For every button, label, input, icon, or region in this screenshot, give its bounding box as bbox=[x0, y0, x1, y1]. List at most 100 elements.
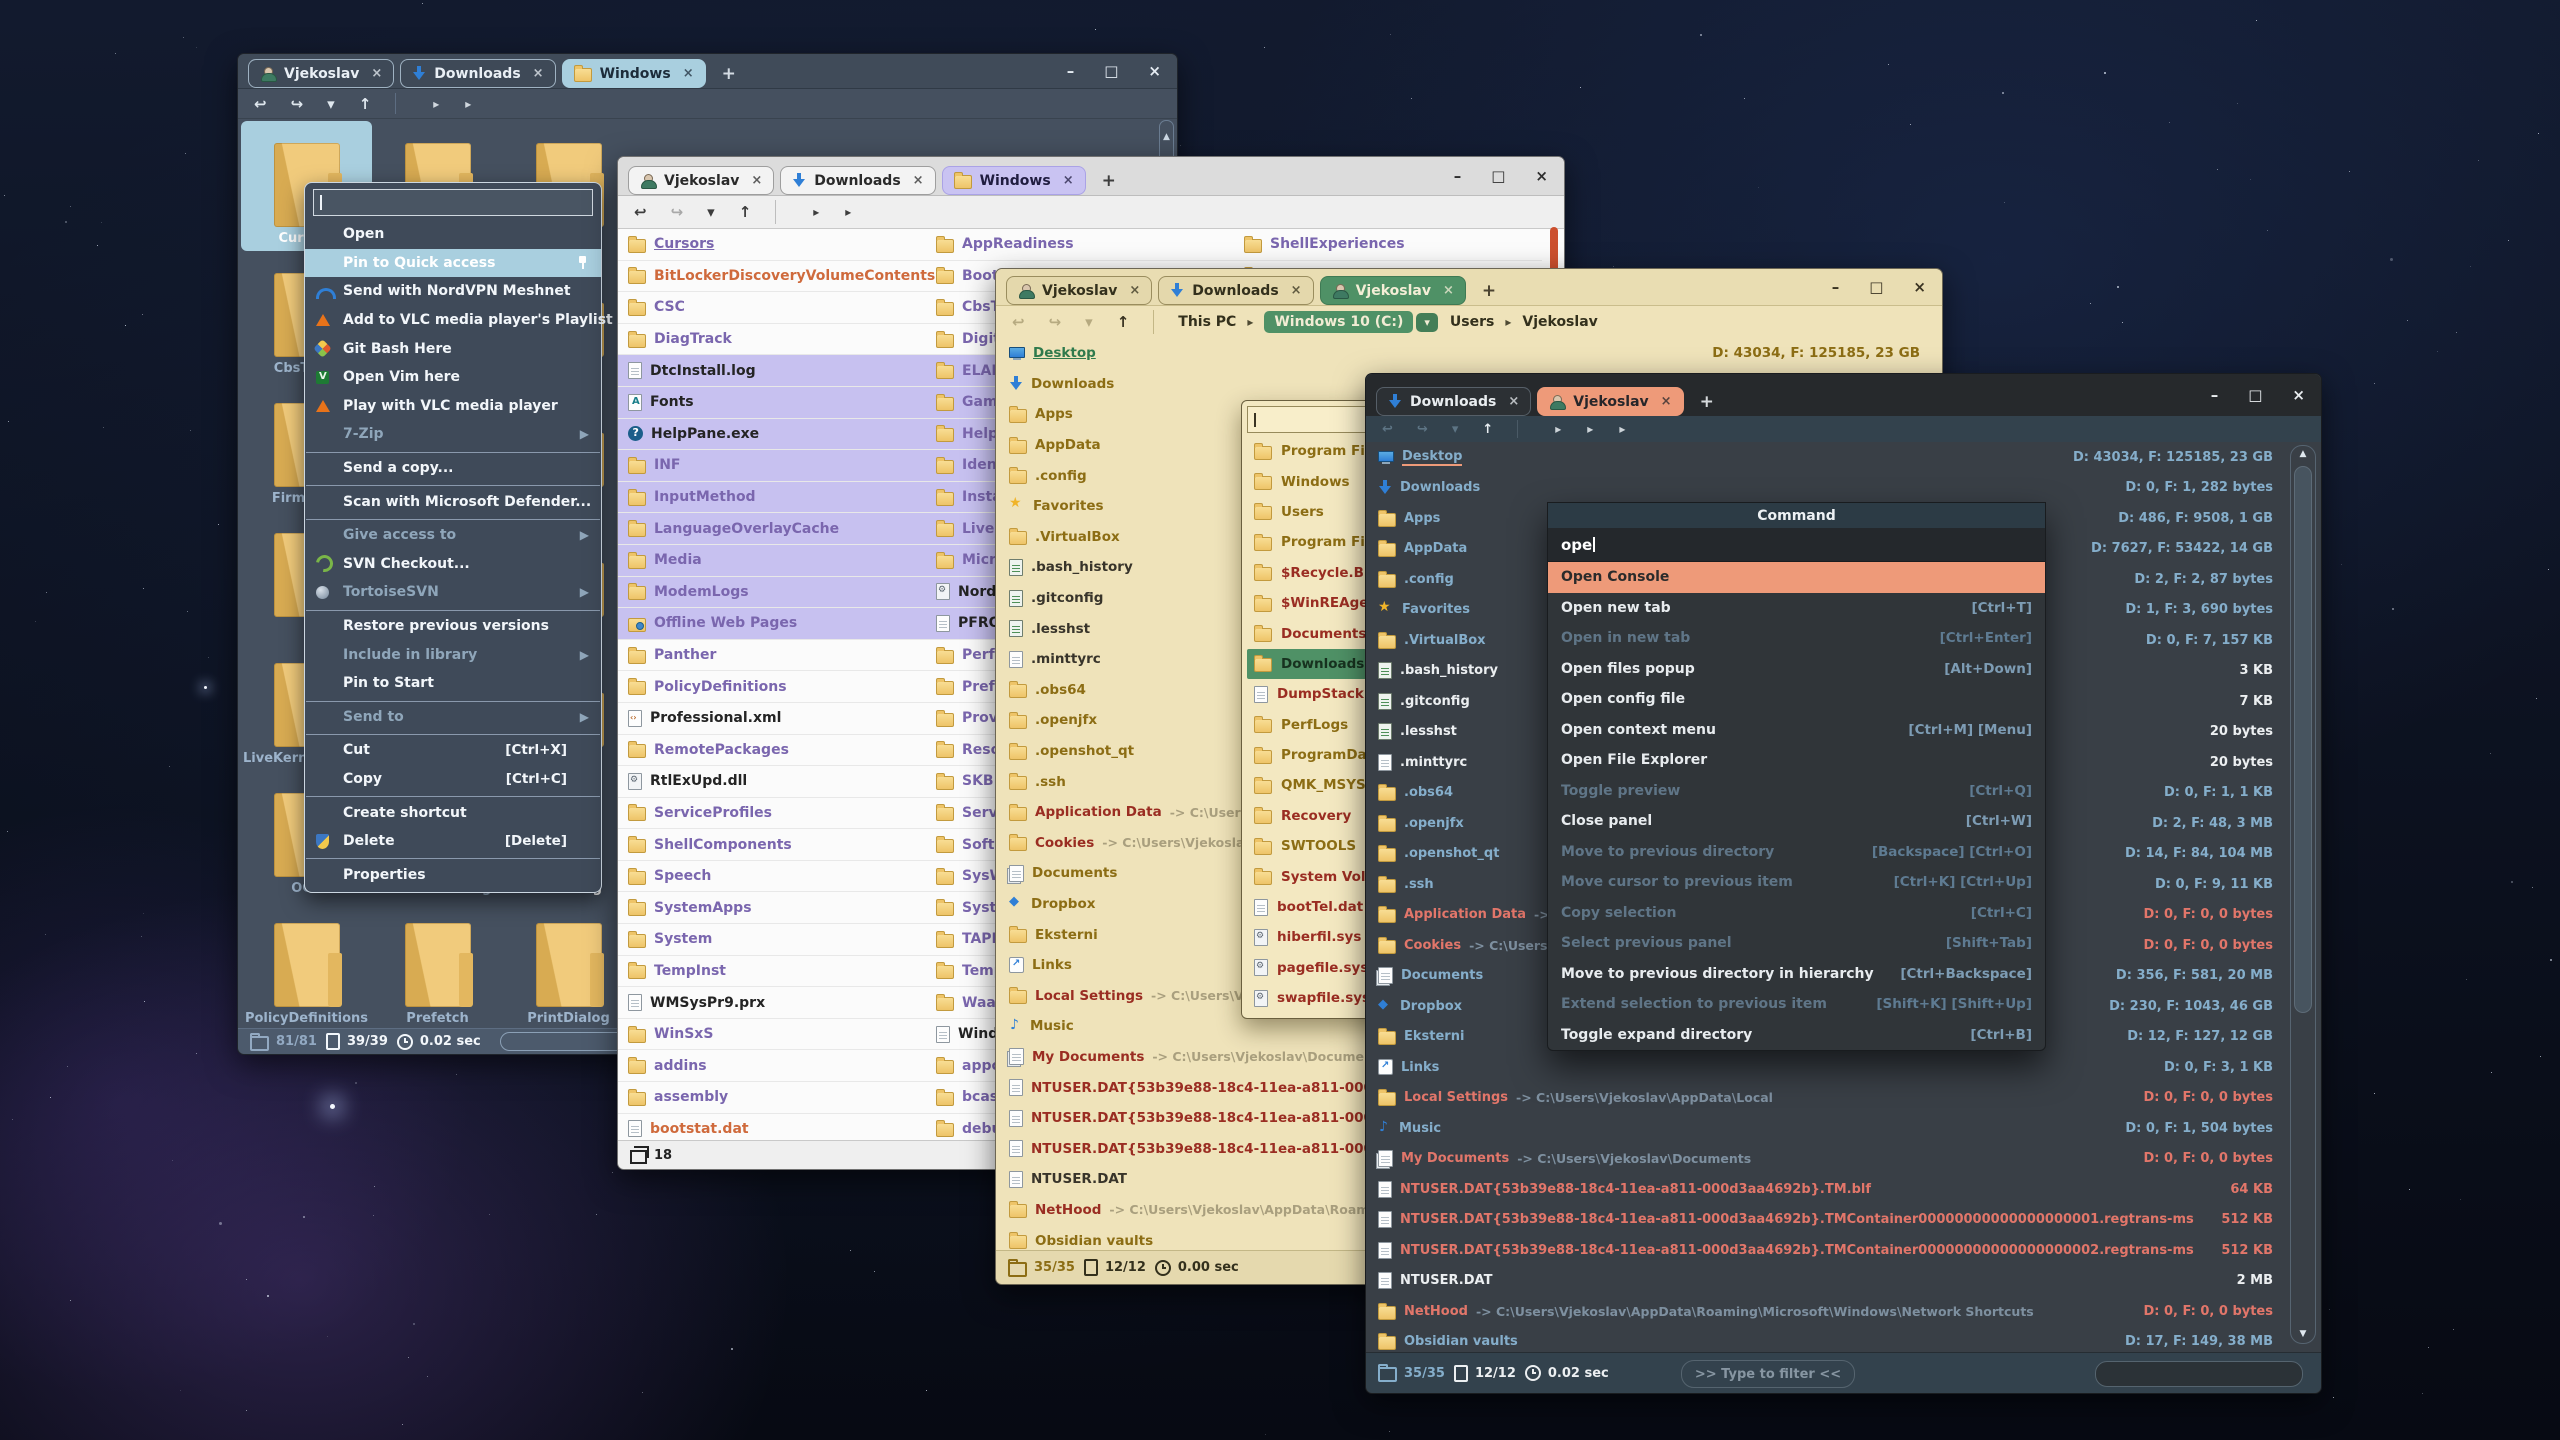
context-menu-item[interactable]: Give access to ▶ bbox=[305, 521, 601, 550]
tab[interactable]: Downloads × bbox=[1158, 276, 1313, 305]
up-icon[interactable]: ↑ bbox=[739, 203, 752, 221]
context-menu-item[interactable]: Scan with Microsoft Defender... ▶ bbox=[305, 487, 601, 516]
maximize-button[interactable]: □ bbox=[1491, 167, 1505, 185]
file-row[interactable]: My Documents -> C:\Users\Vjekoslav\Docum… bbox=[1366, 1144, 2321, 1175]
context-menu-item[interactable]: 7-Zip ▶ bbox=[305, 420, 601, 449]
quick-search-input[interactable] bbox=[2095, 1361, 2303, 1387]
palette-item[interactable]: Move to previous directory in hierarchy … bbox=[1548, 959, 2045, 990]
context-menu-item[interactable]: Pin to Quick access ▶ bbox=[305, 249, 601, 278]
scroll-down-icon[interactable]: ▼ bbox=[2291, 1330, 2315, 1339]
tab-close-icon[interactable]: × bbox=[913, 173, 924, 188]
minimize-button[interactable]: – bbox=[1067, 62, 1075, 80]
file-row[interactable]: ModemLogs bbox=[618, 577, 926, 609]
file-row[interactable]: Obsidian vaults D: 17, F: 149, 38 MB bbox=[1366, 1327, 2321, 1353]
file-row[interactable]: LanguageOverlayCache bbox=[618, 513, 926, 545]
tab-close-icon[interactable]: × bbox=[1291, 283, 1302, 298]
tab-close-icon[interactable]: × bbox=[1129, 283, 1140, 298]
palette-item[interactable]: Move cursor to previous item [Ctrl+K] [C… bbox=[1548, 867, 2045, 898]
file-row[interactable]: NTUSER.DAT{53b39e88-18c4-11ea-a811-000d3… bbox=[1366, 1174, 2321, 1205]
forward-icon[interactable]: ↪ bbox=[1049, 313, 1062, 331]
palette-item[interactable]: Open Console bbox=[1548, 562, 2045, 593]
file-row[interactable]: PolicyDefinitions bbox=[618, 671, 926, 703]
context-menu-item[interactable]: Open Vim here ▶ bbox=[305, 363, 601, 392]
palette-item[interactable]: Open config file bbox=[1548, 684, 2045, 715]
drive-dropdown-button[interactable]: ▾ bbox=[1416, 313, 1438, 332]
file-row[interactable]: ShellComponents bbox=[618, 829, 926, 861]
palette-search-input[interactable]: ope bbox=[1548, 528, 2045, 562]
context-menu-item[interactable]: Send to ▶ bbox=[305, 703, 601, 732]
tab-close-icon[interactable]: × bbox=[1443, 283, 1454, 298]
maximize-button[interactable]: □ bbox=[1104, 62, 1118, 80]
tab[interactable]: Vjekoslav × bbox=[1006, 276, 1152, 305]
close-button[interactable]: × bbox=[2292, 386, 2305, 404]
back-icon[interactable]: ↩ bbox=[634, 203, 647, 221]
tab-close-icon[interactable]: × bbox=[1661, 394, 1672, 409]
file-row[interactable]: Music D: 0, F: 1, 504 bytes bbox=[1366, 1113, 2321, 1144]
file-row[interactable]: System bbox=[618, 924, 926, 956]
tab-close-icon[interactable]: × bbox=[371, 66, 382, 81]
breadcrumb-drive-selected[interactable]: Windows 10 (C:) bbox=[1264, 311, 1413, 333]
breadcrumb-item[interactable] bbox=[1606, 422, 1638, 437]
history-dropdown-icon[interactable]: ▾ bbox=[1085, 313, 1093, 331]
context-menu-item[interactable]: Cut [Ctrl+X] ▶ bbox=[305, 736, 601, 765]
history-dropdown-icon[interactable]: ▾ bbox=[707, 203, 715, 221]
context-menu-item[interactable]: Copy [Ctrl+C] ▶ bbox=[305, 765, 601, 794]
scrollbar-thumb[interactable] bbox=[2294, 466, 2312, 1013]
tab[interactable]: Downloads × bbox=[780, 166, 935, 195]
file-row[interactable]: assembly bbox=[618, 1082, 926, 1114]
breadcrumb-item[interactable] bbox=[420, 96, 452, 112]
scroll-up-icon[interactable]: ▲ bbox=[1163, 132, 1170, 142]
grid-tile[interactable]: PrintDialog bbox=[503, 901, 634, 1028]
palette-item[interactable]: Open files popup [Alt+Down] bbox=[1548, 654, 2045, 685]
file-row[interactable]: NTUSER.DAT 2 MB bbox=[1366, 1266, 2321, 1297]
minimize-button[interactable]: – bbox=[1832, 278, 1840, 296]
context-menu-item[interactable]: Send with NordVPN Meshnet ▶ bbox=[305, 277, 601, 306]
file-row[interactable]: AppReadiness bbox=[926, 229, 1234, 261]
file-row[interactable]: addins bbox=[618, 1050, 926, 1082]
tab[interactable]: Vjekoslav × bbox=[1320, 276, 1466, 305]
palette-item[interactable]: Close panel [Ctrl+W] bbox=[1548, 806, 2045, 837]
file-row[interactable]: TempInst bbox=[618, 956, 926, 988]
file-row[interactable]: Offline Web Pages bbox=[618, 608, 926, 640]
breadcrumb-item[interactable] bbox=[1574, 422, 1606, 437]
file-row[interactable]: Cursors bbox=[618, 229, 926, 261]
palette-item[interactable]: Open new tab [Ctrl+T] bbox=[1548, 593, 2045, 624]
file-row[interactable]: Downloads D: 0, F: 1, 282 bytes bbox=[1366, 473, 2321, 504]
tab-close-icon[interactable]: × bbox=[1508, 394, 1519, 409]
scroll-up-icon[interactable]: ▲ bbox=[2291, 450, 2315, 459]
tab[interactable]: Vjekoslav × bbox=[1537, 387, 1683, 416]
breadcrumb-item[interactable]: Users bbox=[1450, 314, 1494, 330]
file-row[interactable]: Links D: 0, F: 3, 1 KB bbox=[1366, 1052, 2321, 1083]
file-row[interactable]: Desktop D: 43034, F: 125185, 23 GB bbox=[996, 338, 1942, 369]
forward-icon[interactable]: ↪ bbox=[671, 203, 684, 221]
filter-input[interactable]: >> Type to filter << bbox=[1681, 1360, 1855, 1388]
file-row[interactable]: Desktop D: 43034, F: 125185, 23 GB bbox=[1366, 442, 2321, 473]
file-row[interactable]: ServiceProfiles bbox=[618, 798, 926, 830]
palette-item[interactable]: Toggle preview [Ctrl+Q] bbox=[1548, 776, 2045, 807]
up-icon[interactable]: ↑ bbox=[1482, 422, 1493, 437]
close-button[interactable]: × bbox=[1535, 167, 1548, 185]
file-row[interactable]: NTUSER.DAT{53b39e88-18c4-11ea-a811-000d3… bbox=[1366, 1235, 2321, 1266]
maximize-button[interactable]: □ bbox=[1869, 278, 1883, 296]
new-tab-button[interactable]: + bbox=[722, 64, 736, 84]
file-row[interactable]: WinSxS bbox=[618, 1019, 926, 1051]
forward-icon[interactable]: ↪ bbox=[291, 95, 304, 113]
file-row[interactable]: Media bbox=[618, 545, 926, 577]
breadcrumb-item[interactable] bbox=[1542, 422, 1574, 437]
context-menu-item[interactable]: Add to VLC media player's Playlist ▶ bbox=[305, 306, 601, 335]
breadcrumb-item[interactable] bbox=[800, 204, 832, 220]
history-dropdown-icon[interactable]: ▾ bbox=[327, 95, 335, 113]
palette-item[interactable]: Open File Explorer bbox=[1548, 745, 2045, 776]
tab[interactable]: Windows × bbox=[942, 166, 1086, 195]
forward-icon[interactable]: ↪ bbox=[1417, 422, 1428, 437]
back-icon[interactable]: ↩ bbox=[1382, 422, 1393, 437]
context-menu-item[interactable]: Create shortcut ▶ bbox=[305, 798, 601, 827]
minimize-button[interactable]: – bbox=[2211, 386, 2219, 404]
vertical-scrollbar[interactable]: ▲ ▼ bbox=[2290, 445, 2316, 1344]
file-row[interactable]: RemotePackages bbox=[618, 735, 926, 767]
file-row[interactable]: DtcInstall.log bbox=[618, 355, 926, 387]
file-row[interactable]: DiagTrack bbox=[618, 324, 926, 356]
context-menu-item[interactable]: TortoiseSVN ▶ bbox=[305, 578, 601, 607]
tab-close-icon[interactable]: × bbox=[533, 66, 544, 81]
context-menu-item[interactable]: Git Bash Here ▶ bbox=[305, 334, 601, 363]
